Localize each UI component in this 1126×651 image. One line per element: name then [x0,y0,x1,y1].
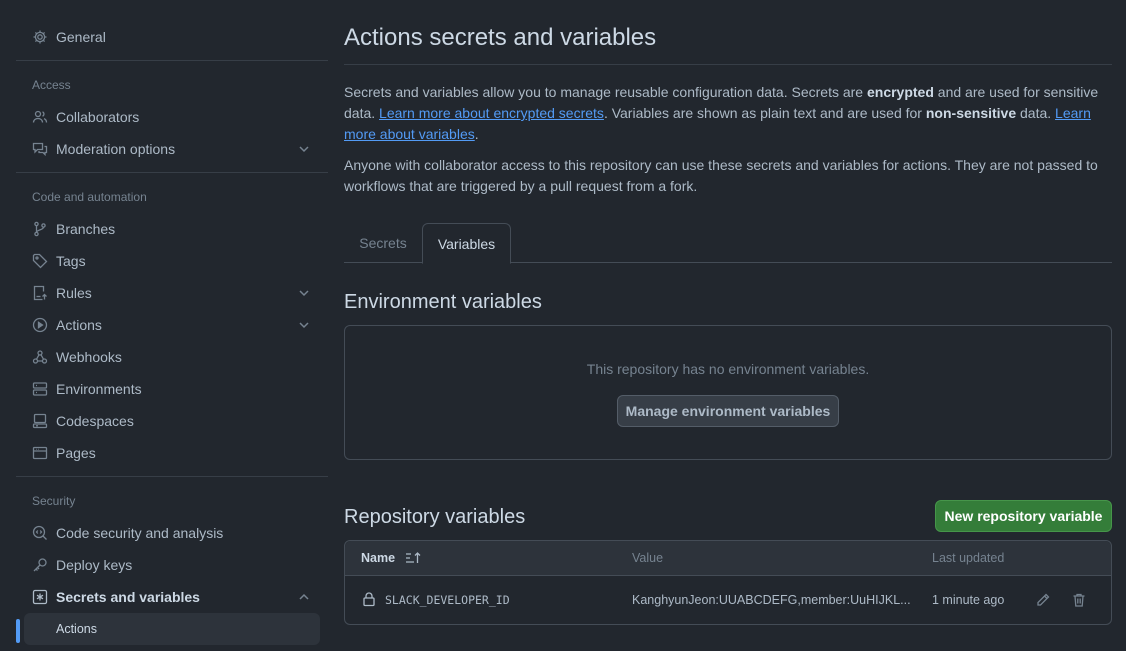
chevron-down-icon[interactable] [296,285,312,301]
sidebar-item-label: Collaborators [56,109,140,125]
intro-paragraph: Secrets and variables allow you to manag… [344,82,1112,145]
table-header: Name Value Last updated [345,541,1111,576]
sidebar-item-secrets-variables[interactable]: Secrets and variables [16,581,320,613]
sort-icon[interactable] [405,551,423,568]
sidebar-item-general[interactable]: General [16,21,320,53]
trash-icon[interactable] [1069,590,1089,610]
sidebar-divider [16,172,328,173]
environment-variables-heading: Environment variables [344,291,542,313]
sidebar-item-label: Moderation options [56,141,176,157]
variable-value: KanghyunJeon:UUABCDEFG,member:UuHIJKL... [632,593,911,607]
sidebar-divider [16,60,328,61]
codespaces-icon [32,413,48,429]
environment-variables-box: This repository has no environment varia… [344,325,1112,460]
chevron-down-icon[interactable] [296,141,312,157]
sidebar-item-label: Pages [56,445,96,461]
active-indicator [16,619,20,643]
play-icon [32,317,48,333]
intro-text: Secrets and variables allow you to manag… [344,84,867,100]
sidebar-item-rules[interactable]: Rules [16,277,320,309]
sidebar-item-label: Actions [56,317,102,333]
column-header-updated: Last updated [932,551,1005,565]
column-header-value: Value [632,551,664,565]
sidebar-item-moderation[interactable]: Moderation options [16,133,320,165]
title-divider [344,64,1112,65]
repository-variables-heading: Repository variables [344,506,526,528]
sidebar-item-webhooks[interactable]: Webhooks [16,341,320,373]
settings-sidebar: General Access Collaborators Moderation … [16,0,328,651]
tab-secrets[interactable]: Secrets [344,223,422,263]
intro-emphasis: non-sensitive [925,105,1017,121]
section-heading-security: Security [32,494,76,508]
tab-bar: Secrets Variables [344,223,1112,264]
tag-icon [32,253,48,269]
repo-push-icon [32,285,48,301]
asterisk-icon [32,589,48,605]
browser-icon [32,445,48,461]
learn-more-secrets-link[interactable]: Learn more about encrypted secrets [379,105,604,121]
section-heading-access: Access [32,78,71,92]
column-header-name[interactable]: Name [361,551,423,568]
tab-variables[interactable]: Variables [422,223,511,264]
git-branch-icon [32,221,48,237]
chevron-up-icon[interactable] [296,589,312,605]
new-repository-variable-button[interactable]: New repository variable [935,500,1112,532]
sidebar-item-label: Environments [56,381,142,397]
sidebar-item-deploy-keys[interactable]: Deploy keys [16,549,320,581]
intro-emphasis: encrypted [866,84,934,100]
sidebar-subitem-actions[interactable]: Actions [24,613,320,645]
sidebar-item-label: Webhooks [56,349,122,365]
sidebar-item-label: Secrets and variables [56,589,200,605]
sidebar-item-collaborators[interactable]: Collaborators [16,101,320,133]
gear-icon [32,29,48,45]
lock-icon [361,591,377,610]
sidebar-item-environments[interactable]: Environments [16,373,320,405]
server-icon [32,381,48,397]
sidebar-item-label: Branches [56,221,116,237]
sidebar-item-code-security[interactable]: Code security and analysis [16,517,320,549]
sidebar-item-codespaces[interactable]: Codespaces [16,405,320,437]
chevron-down-icon[interactable] [296,317,312,333]
manage-environment-variables-button[interactable]: Manage environment variables [617,395,839,427]
sidebar-divider [16,476,328,477]
access-note: Anyone with collaborator access to this … [344,157,1098,194]
sidebar-item-pages[interactable]: Pages [16,437,320,469]
variable-name: SLACK_DEVELOPER_ID [385,593,510,607]
sidebar-item-label: Deploy keys [56,557,133,573]
sidebar-item-tags[interactable]: Tags [16,245,320,277]
intro-text: data. [1016,105,1056,121]
sidebar-item-label: Tags [56,253,86,269]
pencil-icon[interactable] [1033,590,1053,610]
sidebar-item-label: Codespaces [56,413,134,429]
comment-discussion-icon [32,141,48,157]
sidebar-item-label: Code security and analysis [56,525,224,541]
sidebar-item-label: Rules [56,285,92,301]
intro-text: . [474,126,479,142]
page-title: Actions secrets and variables [344,24,657,51]
intro-text: . Variables are shown as plain text and … [603,105,926,121]
table-row: SLACK_DEVELOPER_ID KanghyunJeon:UUABCDEF… [345,576,1111,624]
sidebar-item-label: General [56,29,106,45]
codescan-icon [32,525,48,541]
sidebar-item-branches[interactable]: Branches [16,213,320,245]
empty-state-message: This repository has no environment varia… [586,361,870,377]
people-icon [32,109,48,125]
webhook-icon [32,349,48,365]
sidebar-item-actions[interactable]: Actions [16,309,320,341]
variable-last-updated: 1 minute ago [932,593,1005,607]
key-icon [32,557,48,573]
column-label: Name [361,551,396,565]
section-heading-code-automation: Code and automation [32,190,147,204]
repository-variables-table: Name Value Last updated SLACK_DEVELOPER_… [344,540,1112,625]
